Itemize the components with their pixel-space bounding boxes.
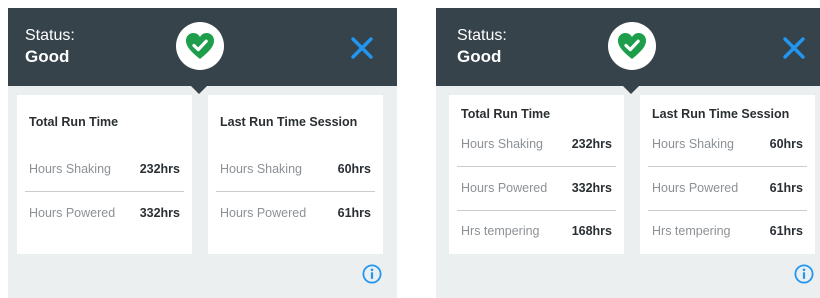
close-button[interactable] <box>348 34 376 62</box>
list-item: Hrs tempering 168hrs <box>457 209 616 253</box>
heart-check-icon <box>176 22 224 70</box>
info-icon <box>794 264 814 284</box>
status-label: Status: <box>25 27 75 44</box>
row-label: Hrs tempering <box>652 224 731 238</box>
list-item: Hours Powered 61hrs <box>216 191 375 235</box>
header-pointer <box>623 86 639 94</box>
list-item: Hours Shaking 232hrs <box>25 147 184 192</box>
list-item: Hours Powered 61hrs <box>648 166 807 211</box>
row-value: 60hrs <box>337 162 371 176</box>
row-label: Hours Powered <box>461 181 548 195</box>
list-item: Hours Powered 332hrs <box>25 191 184 235</box>
last-run-session-card: Last Run Time Session Hours Shaking 60hr… <box>640 95 815 254</box>
list-item: Hours Shaking 60hrs <box>216 147 375 192</box>
status-panel-right: Status: Good Total Run Time Hours Shakin… <box>436 8 820 298</box>
info-button[interactable] <box>362 264 382 284</box>
row-value: 61hrs <box>337 206 371 220</box>
row-value: 232hrs <box>571 137 612 151</box>
list-item: Hours Powered 332hrs <box>457 166 616 211</box>
info-icon <box>362 264 382 284</box>
header-pointer <box>191 86 207 94</box>
status-value: Good <box>457 47 502 66</box>
close-button[interactable] <box>780 34 808 62</box>
total-run-time-card: Total Run Time Hours Shaking 232hrs Hour… <box>449 95 624 254</box>
status-header: Status: Good <box>8 8 397 86</box>
status-header: Status: Good <box>436 8 820 86</box>
row-label: Hours Powered <box>652 181 739 195</box>
row-value: 60hrs <box>769 137 803 151</box>
heart-check-icon <box>608 22 656 70</box>
row-label: Hrs tempering <box>461 224 540 238</box>
close-icon <box>351 37 373 59</box>
row-label: Hours Shaking <box>29 162 111 176</box>
row-value: 332hrs <box>571 181 612 195</box>
row-label: Hours Shaking <box>652 137 734 151</box>
close-icon <box>783 37 805 59</box>
row-value: 168hrs <box>571 224 612 238</box>
card-title: Last Run Time Session <box>652 107 790 121</box>
info-button[interactable] <box>794 264 814 284</box>
status-panel-left: Status: Good Total Run Time Hours Shakin… <box>8 8 397 298</box>
list-item: Hours Shaking 232hrs <box>457 122 616 167</box>
card-title: Total Run Time <box>461 107 551 121</box>
card-title: Total Run Time <box>29 115 119 129</box>
status-value: Good <box>25 47 70 66</box>
list-item: Hrs tempering 61hrs <box>648 209 807 253</box>
row-label: Hours Powered <box>220 206 307 220</box>
list-item: Hours Shaking 60hrs <box>648 122 807 167</box>
last-run-session-card: Last Run Time Session Hours Shaking 60hr… <box>208 95 383 254</box>
row-label: Hours Shaking <box>461 137 543 151</box>
row-value: 61hrs <box>769 181 803 195</box>
row-value: 332hrs <box>139 206 180 220</box>
row-label: Hours Shaking <box>220 162 302 176</box>
row-label: Hours Powered <box>29 206 116 220</box>
card-title: Last Run Time Session <box>220 115 358 129</box>
row-value: 61hrs <box>769 224 803 238</box>
total-run-time-card: Total Run Time Hours Shaking 232hrs Hour… <box>17 95 192 254</box>
row-value: 232hrs <box>139 162 180 176</box>
status-label: Status: <box>457 27 507 44</box>
